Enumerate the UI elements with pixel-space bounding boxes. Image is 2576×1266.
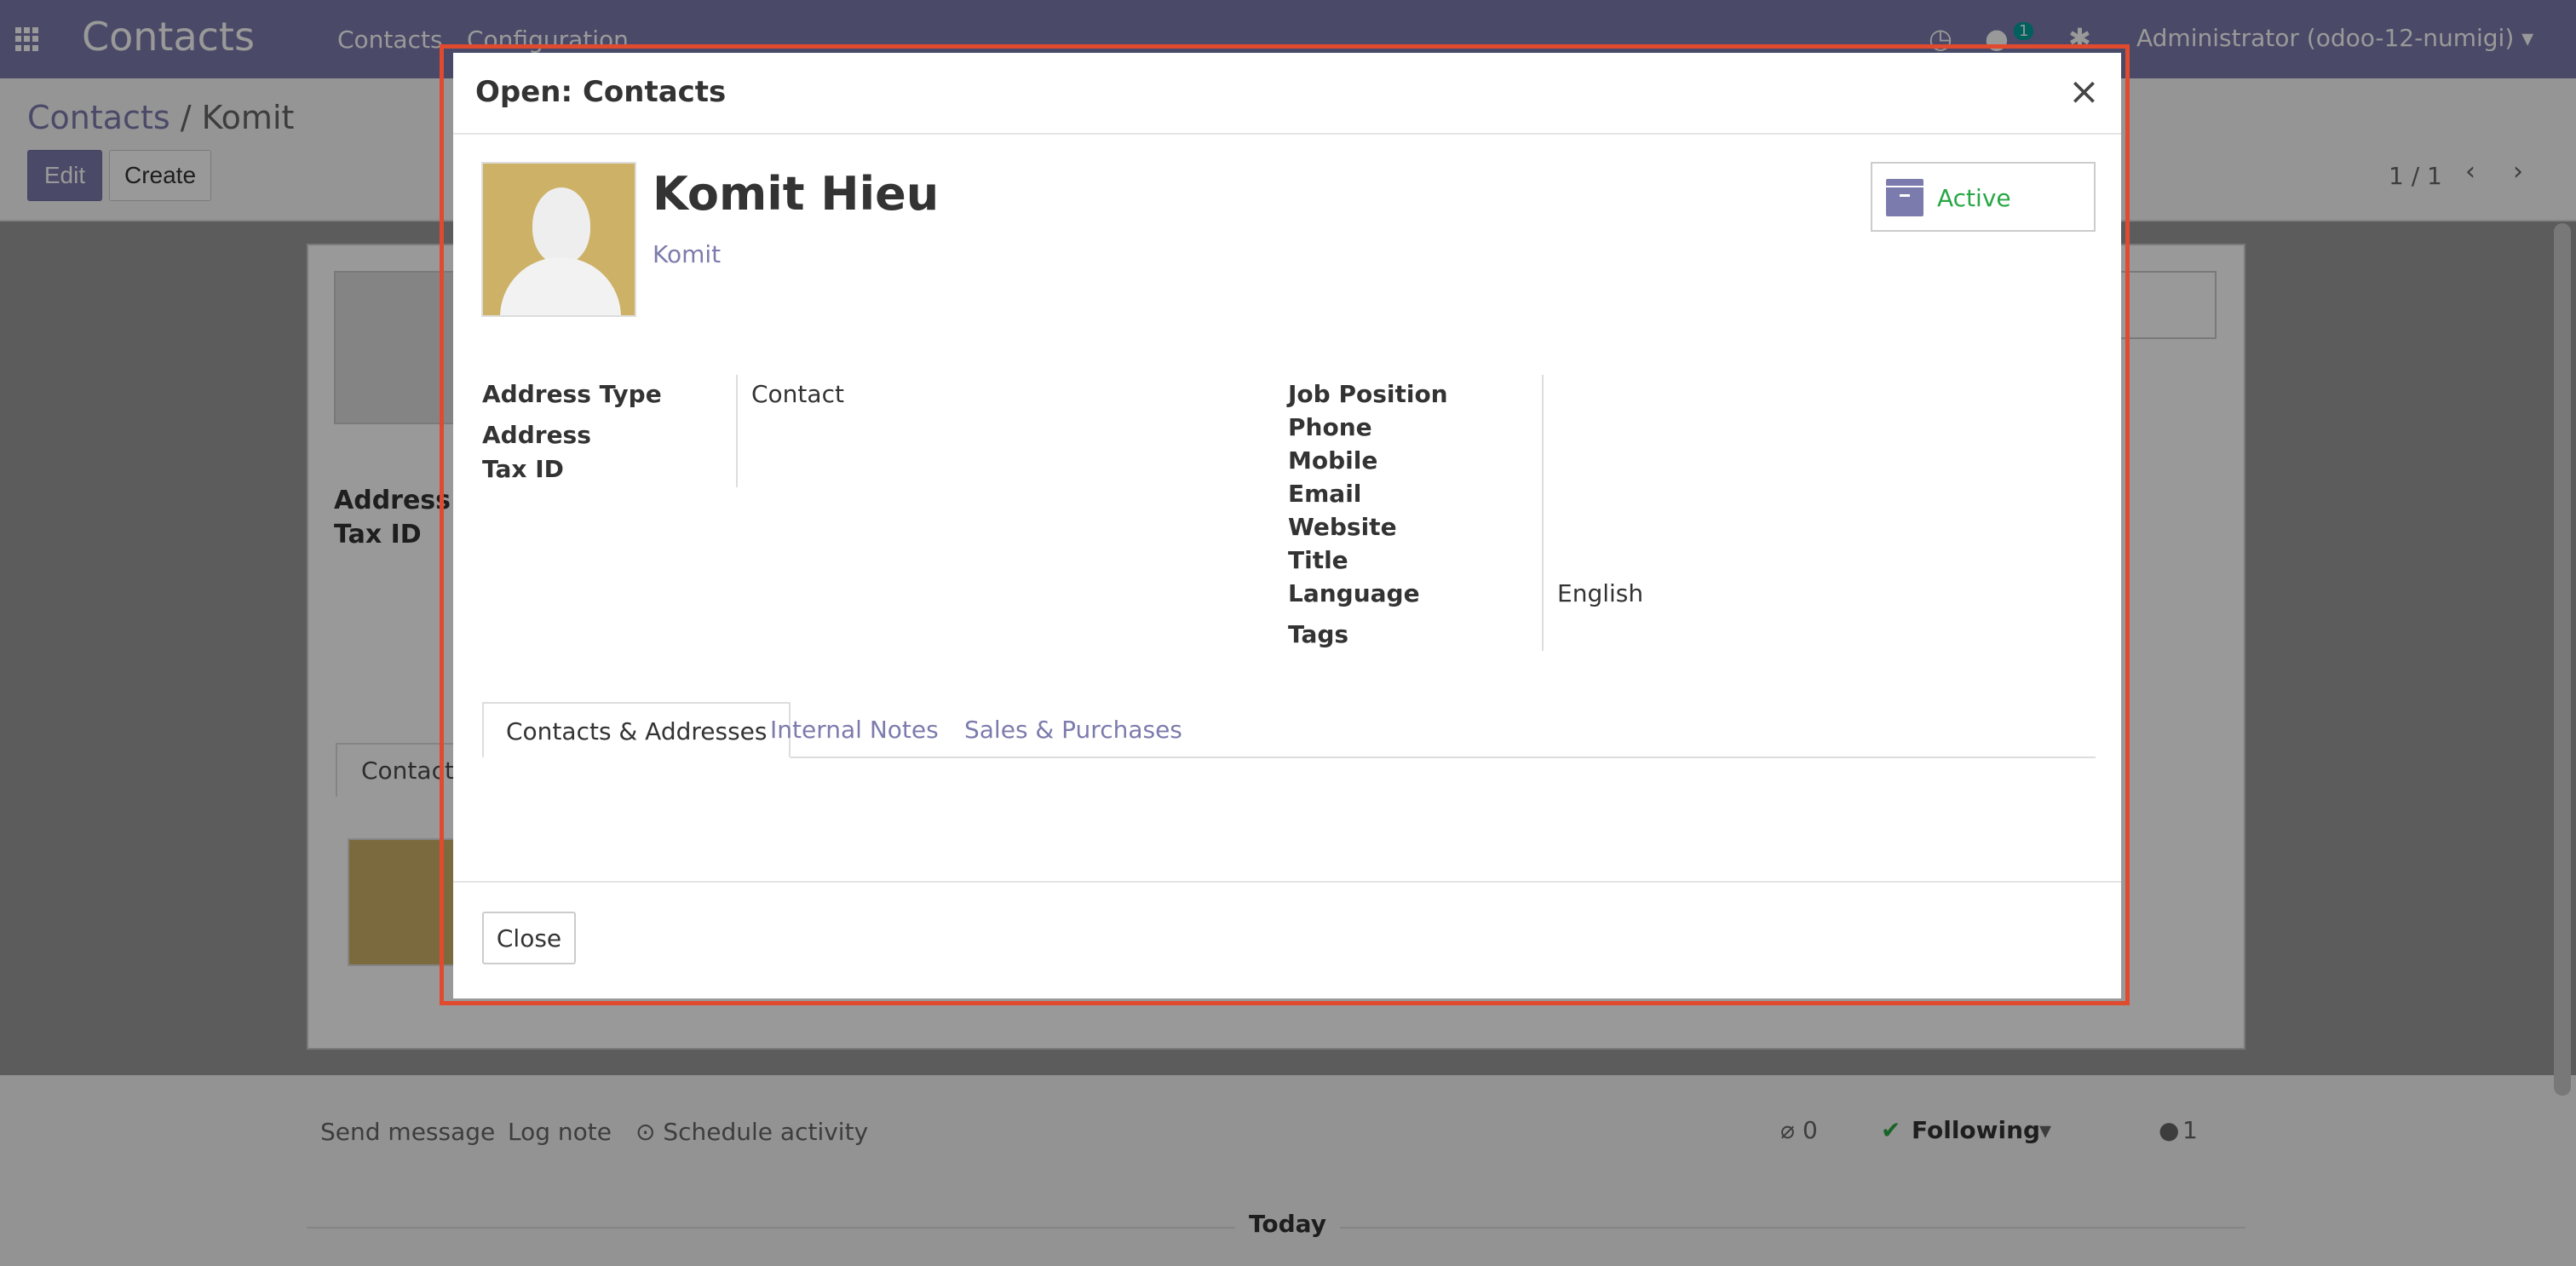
active-label: Active — [1937, 184, 2011, 212]
avatar-shoulders — [500, 257, 621, 315]
company-link[interactable]: Komit — [653, 240, 721, 268]
field-label-email: Email — [1288, 480, 1362, 508]
contact-modal: Open: Contacts × Komit Hieu Komit Active… — [453, 53, 2121, 998]
field-value-address-type: Contact — [751, 380, 844, 408]
tab-sales-purchases[interactable]: Sales & Purchases — [942, 702, 1205, 758]
field-label-tags: Tags — [1288, 620, 1349, 648]
field-label-language: Language — [1288, 579, 1420, 607]
left-group-divider — [736, 375, 738, 487]
notebook-tabs: Contacts & Addresses Internal Notes Sale… — [482, 702, 2096, 758]
archive-icon — [1886, 179, 1923, 216]
tab-internal-notes[interactable]: Internal Notes — [748, 702, 961, 758]
field-label-phone: Phone — [1288, 413, 1372, 441]
modal-title: Open: Contacts — [475, 75, 727, 109]
right-group-divider — [1542, 375, 1544, 651]
close-icon[interactable]: × — [2068, 70, 2100, 113]
modal-footer: Close — [453, 881, 2121, 998]
contact-name: Komit Hieu — [653, 167, 940, 221]
field-value-language: English — [1557, 579, 1644, 607]
tab-contacts-addresses[interactable]: Contacts & Addresses — [482, 702, 791, 758]
field-label-title: Title — [1288, 546, 1348, 574]
field-label-address: Address — [482, 421, 591, 449]
active-toggle-button[interactable]: Active — [1871, 162, 2096, 232]
close-button[interactable]: Close — [482, 912, 576, 964]
modal-header: Open: Contacts × — [453, 53, 2121, 135]
field-label-job-position: Job Position — [1288, 380, 1448, 408]
contact-avatar[interactable] — [481, 162, 636, 317]
field-label-mobile: Mobile — [1288, 446, 1378, 475]
field-label-address-type: Address Type — [482, 380, 662, 408]
field-label-tax-id: Tax ID — [482, 455, 564, 483]
avatar-head — [532, 187, 590, 264]
field-label-website: Website — [1288, 513, 1397, 541]
